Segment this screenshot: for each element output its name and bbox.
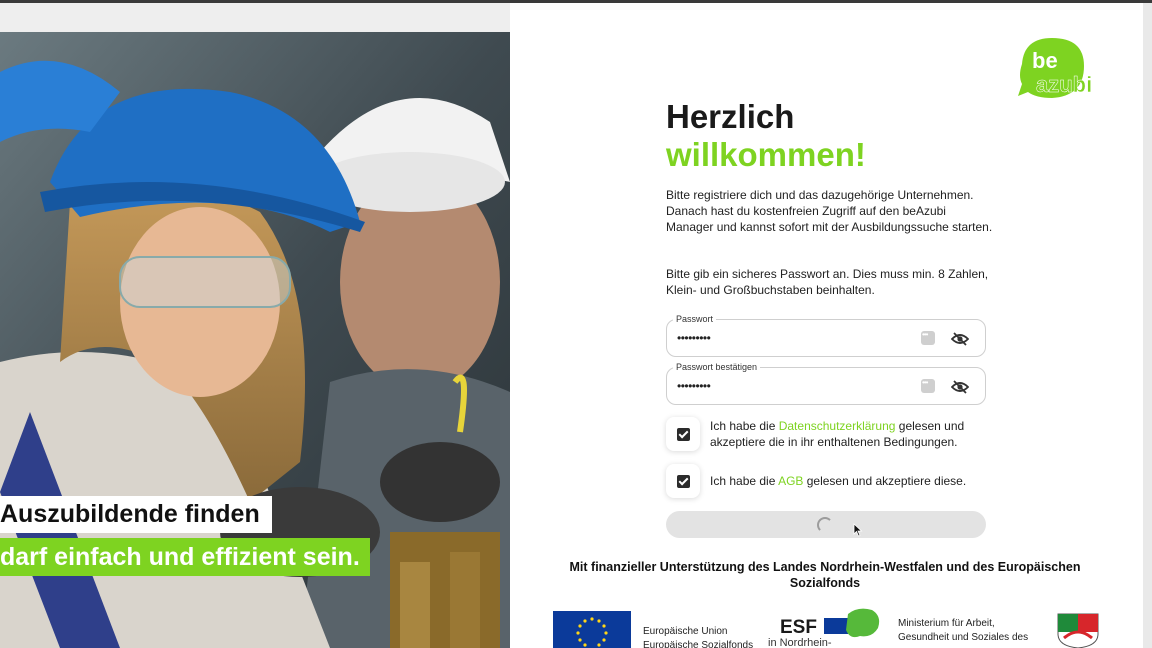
password-hint: Bitte gib ein sicheres Passwort an. Dies… — [666, 267, 989, 297]
welcome-line2: willkommen! — [666, 136, 866, 173]
eu-label: Europäische Union Europäische Sozialfond… — [643, 625, 753, 648]
eu-flag-logo — [553, 611, 631, 648]
confirm-password-value[interactable]: ••••••••• — [677, 379, 711, 393]
browser-top-strip — [0, 0, 510, 32]
terms-link[interactable]: AGB — [778, 474, 803, 488]
welcome-line1: Herzlich — [666, 98, 795, 135]
funding-notice: Mit finanzieller Unterstützung des Lande… — [569, 560, 1081, 590]
password-value[interactable]: ••••••••• — [677, 331, 711, 345]
checkmark-icon — [676, 474, 690, 488]
nrw-coat-of-arms-logo — [1054, 612, 1102, 648]
confirm-password-label: Passwort bestätigen — [673, 361, 761, 373]
register-button[interactable] — [666, 511, 986, 538]
terms-text-after: gelesen und akzeptiere diese. — [803, 474, 967, 488]
esf-nrw-logo: ESF in Nordrhein- — [768, 606, 888, 648]
hero-image-panel: Auszubildende finden darf einfach und ef… — [0, 32, 510, 648]
eu-line1: Europäische Union — [643, 626, 728, 637]
svg-text:azubi: azubi — [1036, 72, 1092, 97]
mouse-cursor-icon — [853, 523, 863, 537]
password-field[interactable]: Passwort ••••••••• — [666, 313, 986, 357]
terms-checkbox[interactable] — [666, 464, 700, 498]
hero-tagline-line1: Auszubildende finden — [0, 496, 272, 533]
eye-off-icon[interactable] — [950, 378, 970, 396]
spinner-icon — [817, 517, 833, 533]
esf-sub: in Nordrhein- — [768, 637, 832, 648]
checkmark-icon — [676, 427, 690, 441]
terms-consent-text: Ich habe die AGB gelesen und akzeptiere … — [710, 464, 966, 489]
eu-line2: Europäische Sozialfonds — [643, 640, 754, 648]
privacy-consent-row: Ich habe die Datenschutzerklärung gelese… — [666, 417, 996, 451]
svg-text:be: be — [1032, 48, 1058, 73]
password-manager-icon[interactable] — [921, 378, 935, 393]
beazubi-logo: be azubi — [1014, 34, 1114, 102]
ministry-label: Ministerium für Arbeit, Gesundheit und S… — [898, 617, 1028, 645]
terms-text-before: Ich habe die — [710, 474, 779, 488]
privacy-text-before: Ich habe die — [710, 419, 779, 433]
privacy-checkbox[interactable] — [666, 417, 700, 451]
privacy-consent-text: Ich habe die Datenschutzerklärung gelese… — [710, 417, 996, 450]
terms-consent-row: Ich habe die AGB gelesen und akzeptiere … — [666, 464, 996, 498]
confirm-password-field[interactable]: Passwort bestätigen ••••••••• — [666, 361, 986, 405]
ministry-line1: Ministerium für Arbeit, — [898, 618, 995, 629]
password-label: Passwort — [673, 313, 717, 325]
password-manager-icon[interactable] — [921, 330, 935, 345]
hero-tagline-line2: darf einfach und effizient sein. — [0, 538, 370, 576]
welcome-heading: Herzlich willkommen! — [666, 98, 866, 174]
esf-label: ESF — [780, 617, 817, 638]
ministry-line2: Gesundheit und Soziales des — [898, 632, 1029, 643]
eye-off-icon[interactable] — [950, 330, 970, 348]
page-scrollbar[interactable] — [1143, 3, 1152, 648]
privacy-policy-link[interactable]: Datenschutzerklärung — [779, 419, 896, 433]
window-top-border — [510, 0, 1152, 3]
intro-text: Bitte registriere dich und das dazugehör… — [666, 188, 993, 234]
